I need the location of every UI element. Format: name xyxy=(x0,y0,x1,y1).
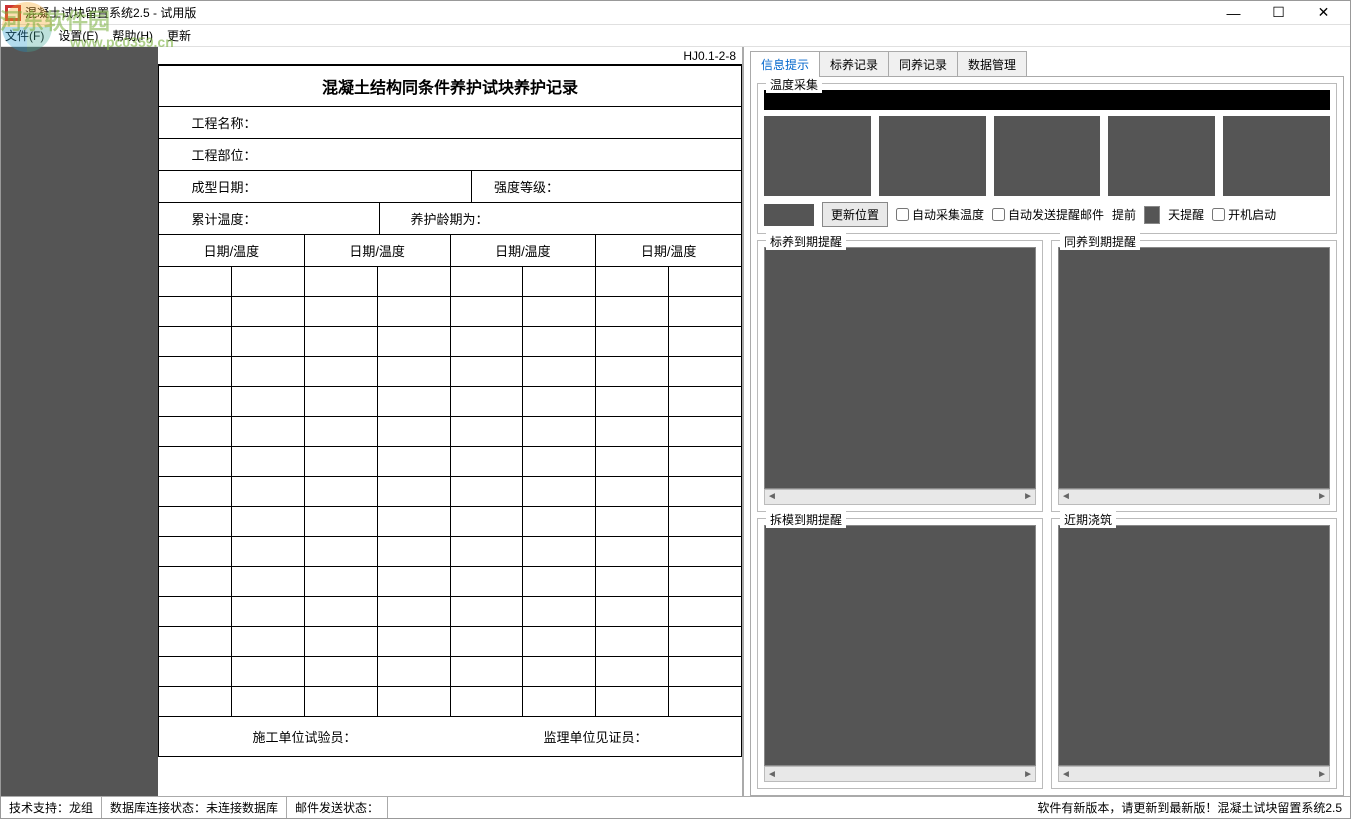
grid-row[interactable] xyxy=(159,537,741,567)
label-days-remind: 天提醒 xyxy=(1168,206,1204,223)
boot-start-input[interactable] xyxy=(1212,208,1225,221)
col-header-4: 日期/温度 xyxy=(596,235,741,266)
statusbar: 技术支持：龙组 数据库连接状态：未连接数据库 邮件发送状态： 软件有新版本，请更… xyxy=(1,796,1350,818)
grid-row[interactable] xyxy=(159,567,741,597)
group-title-temp: 温度采集 xyxy=(766,76,822,93)
minimize-button[interactable]: — xyxy=(1211,2,1256,24)
temp-box-3 xyxy=(994,116,1101,196)
menu-update[interactable]: 更新 xyxy=(167,27,191,44)
label-before: 提前 xyxy=(1112,206,1136,223)
temp-box-5 xyxy=(1223,116,1330,196)
temp-display-bar xyxy=(764,90,1330,110)
tab-biaoyang[interactable]: 标养记录 xyxy=(819,51,889,77)
status-tech: 技术支持：龙组 xyxy=(1,797,102,818)
checkbox-boot-start[interactable]: 开机启动 xyxy=(1212,206,1276,223)
grid-row[interactable] xyxy=(159,477,741,507)
field-form-date[interactable] xyxy=(289,171,471,202)
group-title-cm: 拆模到期提醒 xyxy=(766,511,846,528)
status-update: 软件有新版本，请更新到最新版！混凝土试块留置系统2.5 xyxy=(1029,797,1350,818)
label-strength: 强度等级： xyxy=(471,171,581,202)
status-mail: 邮件发送状态： xyxy=(287,797,388,818)
label-inspector: 施工单位试验员： xyxy=(159,727,450,746)
checkbox-auto-mail[interactable]: 自动发送提醒邮件 xyxy=(992,206,1104,223)
group-title-by: 标养到期提醒 xyxy=(766,233,846,250)
menubar: 文件(F) 设置(E) 帮助(H) 更新 xyxy=(1,25,1350,47)
field-strength[interactable] xyxy=(581,171,741,202)
grid-row[interactable] xyxy=(159,447,741,477)
col-header-2: 日期/温度 xyxy=(305,235,451,266)
col-header-1: 日期/温度 xyxy=(159,235,305,266)
field-acc-temp[interactable] xyxy=(289,203,379,234)
grid-row[interactable] xyxy=(159,657,741,687)
group-title-ty: 同养到期提醒 xyxy=(1060,233,1140,250)
label-project-name: 工程名称： xyxy=(159,107,289,138)
scrollbar-h[interactable]: ◄► xyxy=(764,489,1036,505)
status-db: 数据库连接状态：未连接数据库 xyxy=(102,797,287,818)
field-project-name[interactable] xyxy=(289,107,741,138)
recent-list[interactable] xyxy=(1058,525,1330,767)
temp-box-4 xyxy=(1108,116,1215,196)
close-button[interactable]: ✕ xyxy=(1301,2,1346,24)
temp-box-1 xyxy=(764,116,871,196)
grid-row[interactable] xyxy=(159,597,741,627)
tab-data[interactable]: 数据管理 xyxy=(957,51,1027,77)
location-display xyxy=(764,204,814,226)
label-acc-temp: 累计温度： xyxy=(159,203,289,234)
temp-box-2 xyxy=(879,116,986,196)
grid-row[interactable] xyxy=(159,627,741,657)
left-sidebar xyxy=(1,47,158,796)
tongyang-list[interactable] xyxy=(1058,247,1330,489)
update-position-button[interactable]: 更新位置 xyxy=(822,202,888,227)
group-chaimu-remind: 拆模到期提醒 ◄► xyxy=(757,518,1043,790)
grid-row[interactable] xyxy=(159,357,741,387)
grid-row[interactable] xyxy=(159,507,741,537)
maximize-button[interactable]: ☐ xyxy=(1256,2,1301,24)
label-form-date: 成型日期： xyxy=(159,171,289,202)
watermark-logo xyxy=(2,2,52,52)
group-biaoyang-remind: 标养到期提醒 ◄► xyxy=(757,240,1043,512)
doc-code: HJ0.1-2-8 xyxy=(158,47,742,65)
grid-row[interactable] xyxy=(159,687,741,717)
group-title-recent: 近期浇筑 xyxy=(1060,511,1116,528)
auto-collect-input[interactable] xyxy=(896,208,909,221)
col-header-3: 日期/温度 xyxy=(451,235,597,266)
titlebar: 混凝土试块留置系统2.5 - 试用版 — ☐ ✕ xyxy=(1,1,1350,25)
label-witness: 监理单位见证员： xyxy=(450,727,741,746)
biaoyang-list[interactable] xyxy=(764,247,1036,489)
right-panel: 信息提示 标养记录 同养记录 数据管理 温度采集 xyxy=(743,47,1350,796)
tab-info[interactable]: 信息提示 xyxy=(750,51,820,77)
checkbox-auto-collect[interactable]: 自动采集温度 xyxy=(896,206,984,223)
menu-settings[interactable]: 设置(E) xyxy=(58,27,98,44)
tab-tongyang[interactable]: 同养记录 xyxy=(888,51,958,77)
group-temp-collect: 温度采集 更新位置 自动采集温度 自动发送提醒邮件 提前 xyxy=(757,83,1337,234)
field-project-part[interactable] xyxy=(289,139,741,170)
field-cure-period[interactable] xyxy=(519,203,741,234)
group-tongyang-remind: 同养到期提醒 ◄► xyxy=(1051,240,1337,512)
label-cure-period: 养护龄期为： xyxy=(379,203,519,234)
menu-help[interactable]: 帮助(H) xyxy=(112,27,153,44)
grid-row[interactable] xyxy=(159,297,741,327)
auto-mail-input[interactable] xyxy=(992,208,1005,221)
doc-title: 混凝土结构同条件养护试块养护记录 xyxy=(159,66,741,107)
grid-row[interactable] xyxy=(159,417,741,447)
scrollbar-h[interactable]: ◄► xyxy=(1058,489,1330,505)
chaimu-list[interactable] xyxy=(764,525,1036,767)
grid-row[interactable] xyxy=(159,327,741,357)
days-spinner[interactable] xyxy=(1144,206,1160,224)
grid-row[interactable] xyxy=(159,267,741,297)
group-recent: 近期浇筑 ◄► xyxy=(1051,518,1337,790)
document-area: HJ0.1-2-8 混凝土结构同条件养护试块养护记录 工程名称： 工程部位： 成… xyxy=(158,47,743,796)
scrollbar-h[interactable]: ◄► xyxy=(1058,766,1330,782)
scrollbar-h[interactable]: ◄► xyxy=(764,766,1036,782)
grid-row[interactable] xyxy=(159,387,741,417)
grid-header: 日期/温度 日期/温度 日期/温度 日期/温度 xyxy=(159,235,741,267)
window-title: 混凝土试块留置系统2.5 - 试用版 xyxy=(25,4,1211,21)
label-project-part: 工程部位： xyxy=(159,139,289,170)
